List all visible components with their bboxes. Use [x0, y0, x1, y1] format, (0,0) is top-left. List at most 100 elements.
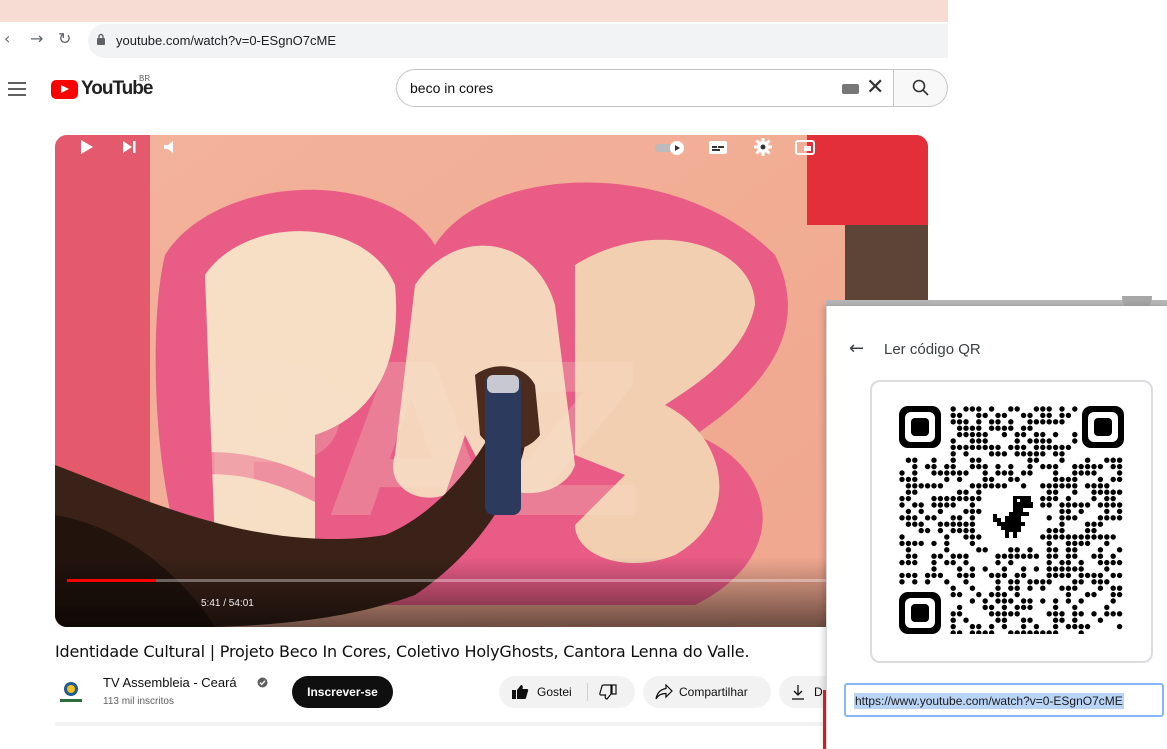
volume-icon[interactable] — [161, 135, 183, 159]
qr-module — [1020, 483, 1027, 489]
qr-module — [1046, 630, 1052, 634]
reload-icon[interactable]: ↻ — [58, 29, 71, 48]
share-icon[interactable] — [655, 684, 673, 700]
qr-module — [1091, 527, 1097, 534]
qr-module — [1052, 476, 1059, 483]
qr-module — [969, 438, 976, 444]
subscribe-button[interactable]: Inscrever-se — [292, 676, 393, 708]
qr-module — [950, 585, 956, 591]
qr-module — [931, 463, 937, 470]
qr-module — [950, 457, 956, 463]
dislike-icon[interactable] — [599, 684, 617, 700]
qr-module — [1001, 572, 1008, 579]
qr-url-value[interactable]: https://www.youtube.com/watch?v=0-ESgnO7… — [854, 693, 1124, 709]
qr-module — [1104, 495, 1110, 502]
address-url[interactable]: youtube.com/watch?v=0-ESgnO7cME — [116, 33, 336, 48]
share-label[interactable]: Compartilhar — [679, 685, 748, 699]
qr-module — [1097, 489, 1104, 495]
qr-module — [1059, 566, 1065, 572]
subtitles-icon[interactable] — [706, 135, 730, 159]
play-icon[interactable] — [77, 135, 97, 159]
qr-module — [1001, 470, 1008, 476]
qr-module — [1065, 515, 1072, 521]
qr-module — [905, 553, 912, 559]
channel-name[interactable]: TV Assembleia - Ceará — [103, 675, 237, 690]
qr-module — [1008, 470, 1014, 476]
qr-module — [1091, 553, 1097, 559]
qr-module — [1091, 611, 1097, 617]
qr-module — [1046, 527, 1052, 534]
keyboard-icon[interactable] — [842, 84, 859, 94]
qr-module — [950, 406, 956, 412]
qr-module — [912, 489, 918, 495]
qr-module — [1078, 534, 1084, 540]
qr-module — [1033, 438, 1040, 444]
qr-module — [1065, 623, 1072, 630]
qr-module — [969, 483, 976, 489]
qr-module — [1097, 579, 1104, 585]
qr-module — [1014, 547, 1020, 553]
qr-module — [1078, 540, 1084, 547]
qr-module — [956, 521, 963, 527]
forward-arrow-icon[interactable]: → — [30, 29, 43, 48]
youtube-logo-icon[interactable] — [51, 80, 78, 99]
qr-module — [1008, 630, 1014, 634]
qr-module — [1104, 508, 1110, 515]
qr-module — [1065, 572, 1072, 579]
hamburger-menu-icon[interactable] — [8, 82, 26, 96]
back-arrow-icon[interactable]: ← — [849, 338, 864, 359]
qr-module — [1040, 630, 1046, 634]
qr-module — [1084, 521, 1091, 527]
qr-module — [963, 617, 969, 623]
qr-finder-top-right — [1082, 406, 1124, 448]
download-icon[interactable] — [791, 684, 805, 700]
qr-finder-top-left — [899, 406, 941, 448]
like-label[interactable]: Gostei — [537, 685, 572, 699]
qr-module — [1052, 623, 1059, 630]
search-query[interactable]: beco in cores — [410, 80, 493, 96]
qr-module — [1040, 431, 1046, 438]
qr-module — [912, 553, 918, 559]
channel-avatar[interactable] — [58, 678, 84, 704]
qr-module — [1059, 527, 1065, 534]
next-video-icon[interactable] — [119, 135, 139, 159]
qr-module — [963, 559, 969, 566]
download-label[interactable]: D — [814, 685, 823, 699]
qr-module — [1046, 483, 1052, 489]
qr-module — [1072, 489, 1078, 495]
qr-module — [982, 463, 988, 470]
clear-search-icon[interactable]: ✕ — [866, 77, 884, 99]
qr-module — [1059, 521, 1065, 527]
qr-module — [956, 591, 963, 598]
qr-module — [956, 476, 963, 483]
autoplay-toggle-icon[interactable] — [653, 135, 687, 159]
miniplayer-icon[interactable] — [793, 135, 817, 159]
qr-module — [1110, 559, 1116, 566]
video-player[interactable]: PAZ 5:41 / 54:01 — [55, 135, 928, 627]
browser-tab-strip — [0, 0, 948, 22]
qr-module — [1078, 623, 1084, 630]
qr-module — [1052, 611, 1059, 617]
like-icon[interactable] — [511, 684, 529, 700]
qr-module — [1116, 559, 1123, 566]
qr-module — [963, 444, 969, 451]
qr-module — [931, 470, 937, 476]
progress-bar[interactable] — [67, 579, 916, 582]
qr-module — [1027, 412, 1033, 419]
qr-module — [1072, 611, 1078, 617]
qr-module — [1072, 547, 1078, 553]
qr-module — [950, 451, 956, 457]
qr-module — [1020, 470, 1027, 476]
qr-module — [1046, 463, 1052, 470]
qr-module — [1072, 623, 1078, 630]
qr-module — [905, 521, 912, 527]
qr-module — [1014, 451, 1020, 457]
back-arrow-icon[interactable]: ‹ — [4, 29, 10, 48]
qr-module — [1065, 559, 1072, 566]
qr-module — [1110, 585, 1116, 591]
qr-module — [1091, 495, 1097, 502]
settings-gear-icon[interactable] — [751, 135, 775, 159]
qr-module — [969, 406, 976, 412]
search-icon[interactable] — [911, 78, 931, 98]
qr-module — [1001, 412, 1008, 419]
